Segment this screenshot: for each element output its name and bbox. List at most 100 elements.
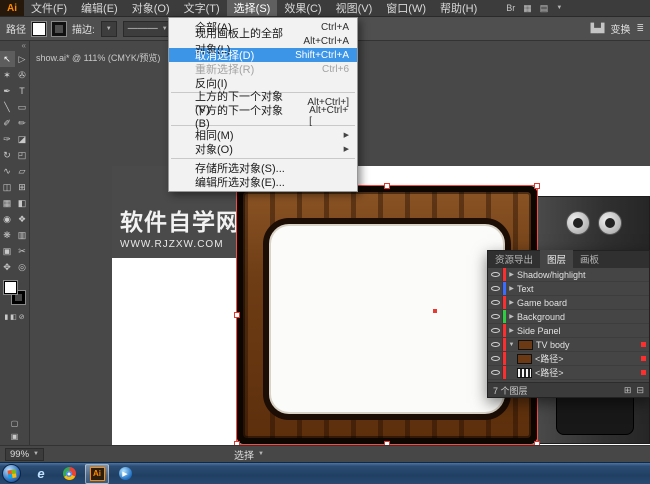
selection-handle[interactable]: [384, 183, 390, 189]
chrome-taskbar-icon[interactable]: [57, 464, 81, 484]
menu-item-edit-selection[interactable]: 编辑所选对象(E)...: [169, 175, 357, 189]
start-button[interactable]: [2, 464, 21, 483]
visibility-toggle[interactable]: [488, 352, 503, 365]
transform-label[interactable]: 变换: [610, 21, 630, 36]
menu-object[interactable]: 对象(O): [125, 0, 177, 16]
visibility-toggle[interactable]: [488, 268, 503, 281]
magic-wand-tool[interactable]: ✶: [0, 67, 15, 83]
menu-item-object[interactable]: 对象(O) ▶: [169, 142, 357, 156]
menu-type[interactable]: 文字(T): [177, 0, 227, 16]
menu-edit[interactable]: 编辑(E): [74, 0, 125, 16]
align-icons[interactable]: ▙▟: [591, 23, 605, 34]
zoom-tool[interactable]: ◎: [15, 259, 30, 275]
layer-row[interactable]: ▶ Game board: [488, 296, 649, 310]
eyedropper-tool[interactable]: ◉: [0, 211, 15, 227]
layer-name[interactable]: <路径>: [535, 366, 564, 379]
rectangle-tool[interactable]: ▭: [15, 99, 30, 115]
layer-row[interactable]: ▼ TV body: [488, 338, 649, 352]
menu-window[interactable]: 窗口(W): [379, 0, 433, 16]
symbol-sprayer-tool[interactable]: ❋: [0, 227, 15, 243]
menu-item-all-on-artboard[interactable]: 现用画板上的全部对象(L) Alt+Ctrl+A: [169, 34, 357, 48]
visibility-toggle[interactable]: [488, 324, 503, 337]
eraser-tool[interactable]: ◪: [15, 131, 30, 147]
layer-name[interactable]: <路径>: [535, 352, 564, 365]
layer-row[interactable]: ▶ Background: [488, 310, 649, 324]
layer-name[interactable]: Text: [517, 284, 534, 294]
menu-item-save-selection[interactable]: 存储所选对象(S)...: [169, 161, 357, 175]
visibility-toggle[interactable]: [488, 282, 503, 295]
tab-artboards[interactable]: 画板: [573, 250, 606, 268]
direct-selection-tool[interactable]: ▷: [15, 51, 30, 67]
panel-collapse-icon[interactable]: «: [0, 41, 29, 51]
type-tool[interactable]: T: [15, 83, 30, 99]
layer-row[interactable]: ▶ Shadow/highlight: [488, 268, 649, 282]
expand-icon[interactable]: ▶: [506, 285, 517, 292]
visibility-toggle[interactable]: [488, 296, 503, 309]
tab-layers[interactable]: 图层: [540, 250, 573, 268]
rotate-tool[interactable]: ↻: [0, 147, 15, 163]
paintbrush-tool[interactable]: ✐: [0, 115, 15, 131]
menu-effect[interactable]: 效果(C): [277, 0, 328, 16]
media-player-taskbar-icon[interactable]: ▶: [113, 464, 137, 484]
illustrator-taskbar-icon[interactable]: Ai: [85, 464, 109, 484]
delete-layer-icon[interactable]: ⊟: [636, 385, 644, 396]
visibility-toggle[interactable]: [488, 310, 503, 323]
blob-brush-tool[interactable]: ✑: [0, 131, 15, 147]
visibility-toggle[interactable]: [488, 338, 503, 351]
hand-tool[interactable]: ✥: [0, 259, 15, 275]
perspective-grid-tool[interactable]: ⊞: [15, 179, 30, 195]
layer-row[interactable]: <路径>: [488, 352, 649, 366]
menu-item-next-object-below[interactable]: 下方的下一个对象(B) Alt+Ctrl+[: [169, 109, 357, 123]
gradient-mode-icon[interactable]: ◧: [10, 313, 17, 321]
new-layer-icon[interactable]: ⊞: [624, 385, 632, 396]
artboard-tool[interactable]: ▣: [0, 243, 15, 259]
width-tool[interactable]: ∿: [0, 163, 15, 179]
column-graph-tool[interactable]: ▥: [15, 227, 30, 243]
menu-item-reselect[interactable]: 重新选择(R) Ctrl+6: [169, 62, 357, 76]
scale-tool[interactable]: ◰: [15, 147, 30, 163]
panel-menu-icon[interactable]: ≣: [636, 23, 644, 34]
visibility-toggle[interactable]: [488, 366, 503, 379]
pen-tool[interactable]: ✒: [0, 83, 15, 99]
tab-asset-export[interactable]: 资源导出: [488, 250, 540, 268]
tv-knob-1[interactable]: [566, 211, 590, 235]
layer-name[interactable]: Shadow/highlight: [517, 270, 586, 280]
expand-icon[interactable]: ▶: [506, 299, 517, 306]
layer-name[interactable]: Background: [517, 312, 565, 322]
tv-knob-2[interactable]: [598, 211, 622, 235]
lasso-tool[interactable]: ✇: [15, 67, 30, 83]
selection-handle[interactable]: [234, 312, 240, 318]
none-mode-icon[interactable]: ⊘: [19, 313, 25, 321]
menu-file[interactable]: 文件(F): [24, 0, 74, 16]
selection-tool[interactable]: ↖: [0, 51, 15, 67]
mesh-tool[interactable]: ▦: [0, 195, 15, 211]
menu-select[interactable]: 选择(S): [227, 0, 278, 16]
layer-name[interactable]: Side Panel: [517, 326, 561, 336]
brush-definition-dropdown[interactable]: ———▼: [123, 21, 173, 37]
blend-tool[interactable]: ❖: [15, 211, 30, 227]
pencil-tool[interactable]: ✏: [15, 115, 30, 131]
stroke-color-swatch[interactable]: [52, 22, 66, 36]
expand-icon[interactable]: ▶: [506, 313, 517, 320]
bridge-icon[interactable]: Br: [506, 3, 515, 13]
layer-name[interactable]: TV body: [536, 340, 570, 350]
expand-icon[interactable]: ▶: [506, 271, 517, 278]
document-tab[interactable]: show.ai* @ 111% (CMYK/预览): [36, 51, 160, 64]
layer-row[interactable]: ▶ Side Panel: [488, 324, 649, 338]
stroke-width-dropdown[interactable]: ▼: [101, 21, 117, 37]
layer-row[interactable]: <路径>: [488, 366, 649, 380]
internet-explorer-taskbar-icon[interactable]: e: [29, 464, 53, 484]
color-mode-icon[interactable]: ▮: [4, 313, 8, 321]
chevron-down-icon[interactable]: ▼: [556, 5, 562, 11]
menu-view[interactable]: 视图(V): [329, 0, 380, 16]
drawing-modes-icon[interactable]: ▢: [11, 419, 19, 428]
line-segment-tool[interactable]: ╲: [0, 99, 15, 115]
expand-icon[interactable]: ▶: [506, 327, 517, 334]
layer-row[interactable]: ▶ Text: [488, 282, 649, 296]
fill-swatch[interactable]: [4, 281, 17, 294]
gradient-tool[interactable]: ◧: [15, 195, 30, 211]
tv-screen[interactable]: [263, 218, 511, 420]
selection-handle[interactable]: [534, 183, 540, 189]
shape-builder-tool[interactable]: ◫: [0, 179, 15, 195]
layer-name[interactable]: Game board: [517, 298, 567, 308]
